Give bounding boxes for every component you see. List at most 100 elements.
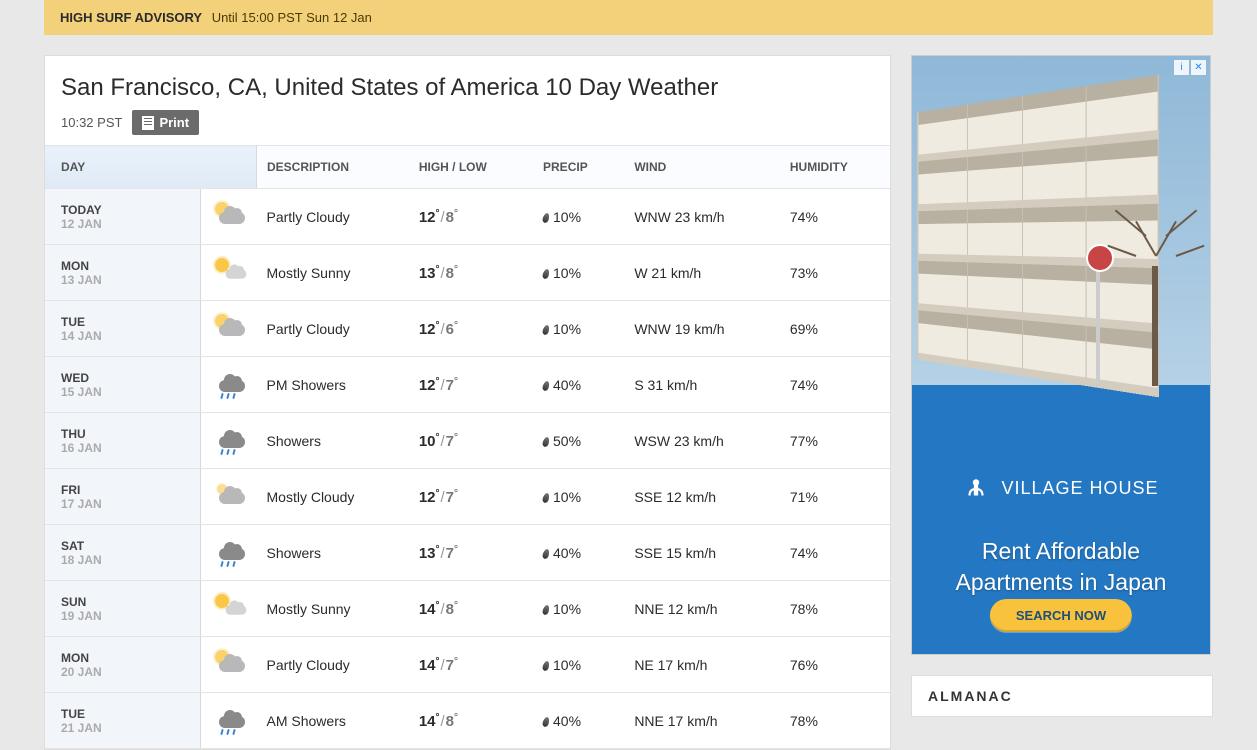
humidity-cell: 73% [780,245,890,301]
day-label: MON [61,259,190,273]
col-description: DESCRIPTION [257,146,409,189]
ad-logo: VILLAGE HOUSE [912,476,1210,502]
forecast-row[interactable]: TODAY12 JANPartly Cloudy12°/8°10%WNW 23 … [45,189,890,245]
col-humidity: HUMIDITY [780,146,890,189]
forecast-row[interactable]: SAT18 JAN Showers13°/7°40%SSE 15 km/h74% [45,525,890,581]
highlow-cell: 10°/7° [409,413,533,469]
humidity-cell: 77% [780,413,890,469]
showers-icon [211,538,247,564]
description-cell: Showers [257,413,409,469]
humidity-cell: 69% [780,301,890,357]
day-date: 17 JAN [61,497,190,511]
highlow-cell: 12°/6° [409,301,533,357]
precip-cell: 40% [533,357,624,413]
precip-drop-icon [542,268,551,279]
wind-cell: SSE 12 km/h [624,469,780,525]
day-label: WED [61,371,190,385]
day-date: 16 JAN [61,441,190,455]
precip-drop-icon [542,716,551,727]
precip-cell: 10% [533,245,624,301]
advisory-until: Until 15:00 PST Sun 12 Jan [212,10,372,25]
forecast-row[interactable]: THU16 JAN Showers10°/7°50%WSW 23 km/h77% [45,413,890,469]
precip-cell: 40% [533,525,624,581]
day-date: 14 JAN [61,329,190,343]
description-cell: Partly Cloudy [257,189,409,245]
forecast-row[interactable]: TUE14 JANPartly Cloudy12°/6°10%WNW 19 km… [45,301,890,357]
sidebar-ad[interactable]: i ✕ VILLAGE HOUSE Rent Affordable Apartm… [911,55,1211,655]
precip-cell: 10% [533,469,624,525]
col-wind: WIND [624,146,780,189]
wind-cell: WNW 23 km/h [624,189,780,245]
humidity-cell: 74% [780,189,890,245]
ad-info-icon[interactable]: i [1174,60,1189,75]
wind-cell: SSE 15 km/h [624,525,780,581]
day-date: 18 JAN [61,553,190,567]
description-cell: Partly Cloudy [257,301,409,357]
forecast-row[interactable]: TUE21 JANAM Showers14°/8°40%NNE 17 km/h7… [45,693,890,749]
mostly-sunny-icon [211,594,247,620]
highlow-cell: 12°/7° [409,357,533,413]
page-title: San Francisco, CA, United States of Amer… [61,74,874,102]
showers-icon [211,706,247,732]
highlow-cell: 14°/7° [409,637,533,693]
forecast-row[interactable]: SUN19 JANMostly Sunny14°/8°10%NNE 12 km/… [45,581,890,637]
wind-cell: NNE 12 km/h [624,581,780,637]
description-cell: AM Showers [257,693,409,749]
print-button[interactable]: Print [132,110,199,135]
highlow-cell: 14°/8° [409,581,533,637]
highlow-cell: 12°/7° [409,469,533,525]
advisory-title: HIGH SURF ADVISORY [60,10,202,25]
day-label: THU [61,427,190,441]
mostly-sunny-icon [211,258,247,284]
wind-cell: NNE 17 km/h [624,693,780,749]
precip-drop-icon [542,492,551,503]
partly-cloudy-icon [211,314,247,340]
day-label: TUE [61,707,190,721]
day-label: TUE [61,315,190,329]
humidity-cell: 74% [780,357,890,413]
wind-cell: WNW 19 km/h [624,301,780,357]
highlow-cell: 13°/7° [409,525,533,581]
forecast-row[interactable]: FRI17 JANMostly Cloudy12°/7°10%SSE 12 km… [45,469,890,525]
partly-cloudy-icon [211,650,247,676]
precip-drop-icon [542,380,551,391]
description-cell: Showers [257,525,409,581]
wind-cell: S 31 km/h [624,357,780,413]
ad-tree-graphic [1110,186,1200,386]
advisory-banner[interactable]: HIGH SURF ADVISORY Until 15:00 PST Sun 1… [44,0,1213,35]
ad-close-icon[interactable]: ✕ [1191,60,1206,75]
wind-cell: NE 17 km/h [624,637,780,693]
precip-cell: 50% [533,413,624,469]
day-date: 19 JAN [61,609,190,623]
forecast-card: San Francisco, CA, United States of Amer… [44,55,891,750]
showers-icon [211,426,247,452]
precip-drop-icon [542,660,551,671]
humidity-cell: 71% [780,469,890,525]
forecast-row[interactable]: MON20 JANPartly Cloudy14°/7°10%NE 17 km/… [45,637,890,693]
precip-drop-icon [542,604,551,615]
forecast-row[interactable]: MON13 JANMostly Sunny13°/8°10%W 21 km/h7… [45,245,890,301]
print-icon [142,116,154,130]
precip-drop-icon [542,212,551,223]
col-precip: PRECIP [533,146,624,189]
wind-cell: WSW 23 km/h [624,413,780,469]
day-date: 13 JAN [61,273,190,287]
precip-cell: 10% [533,581,624,637]
precip-cell: 40% [533,693,624,749]
col-day: DAY [45,146,257,189]
forecast-row[interactable]: WED15 JANPM Showers12°/7°40%S 31 km/h74% [45,357,890,413]
day-date: 12 JAN [61,217,190,231]
ad-sign-graphic [1096,256,1100,386]
ad-headline: Rent Affordable Apartments in Japan [912,536,1210,598]
precip-cell: 10% [533,189,624,245]
description-cell: Mostly Cloudy [257,469,409,525]
day-label: SAT [61,539,190,553]
precip-cell: 10% [533,637,624,693]
humidity-cell: 78% [780,581,890,637]
mostly-cloudy-icon [211,482,247,508]
humidity-cell: 74% [780,525,890,581]
ad-search-button[interactable]: SEARCH NOW [990,599,1132,632]
almanac-header: ALMANAC [911,675,1213,717]
day-label: MON [61,651,190,665]
partly-cloudy-icon [211,202,247,228]
